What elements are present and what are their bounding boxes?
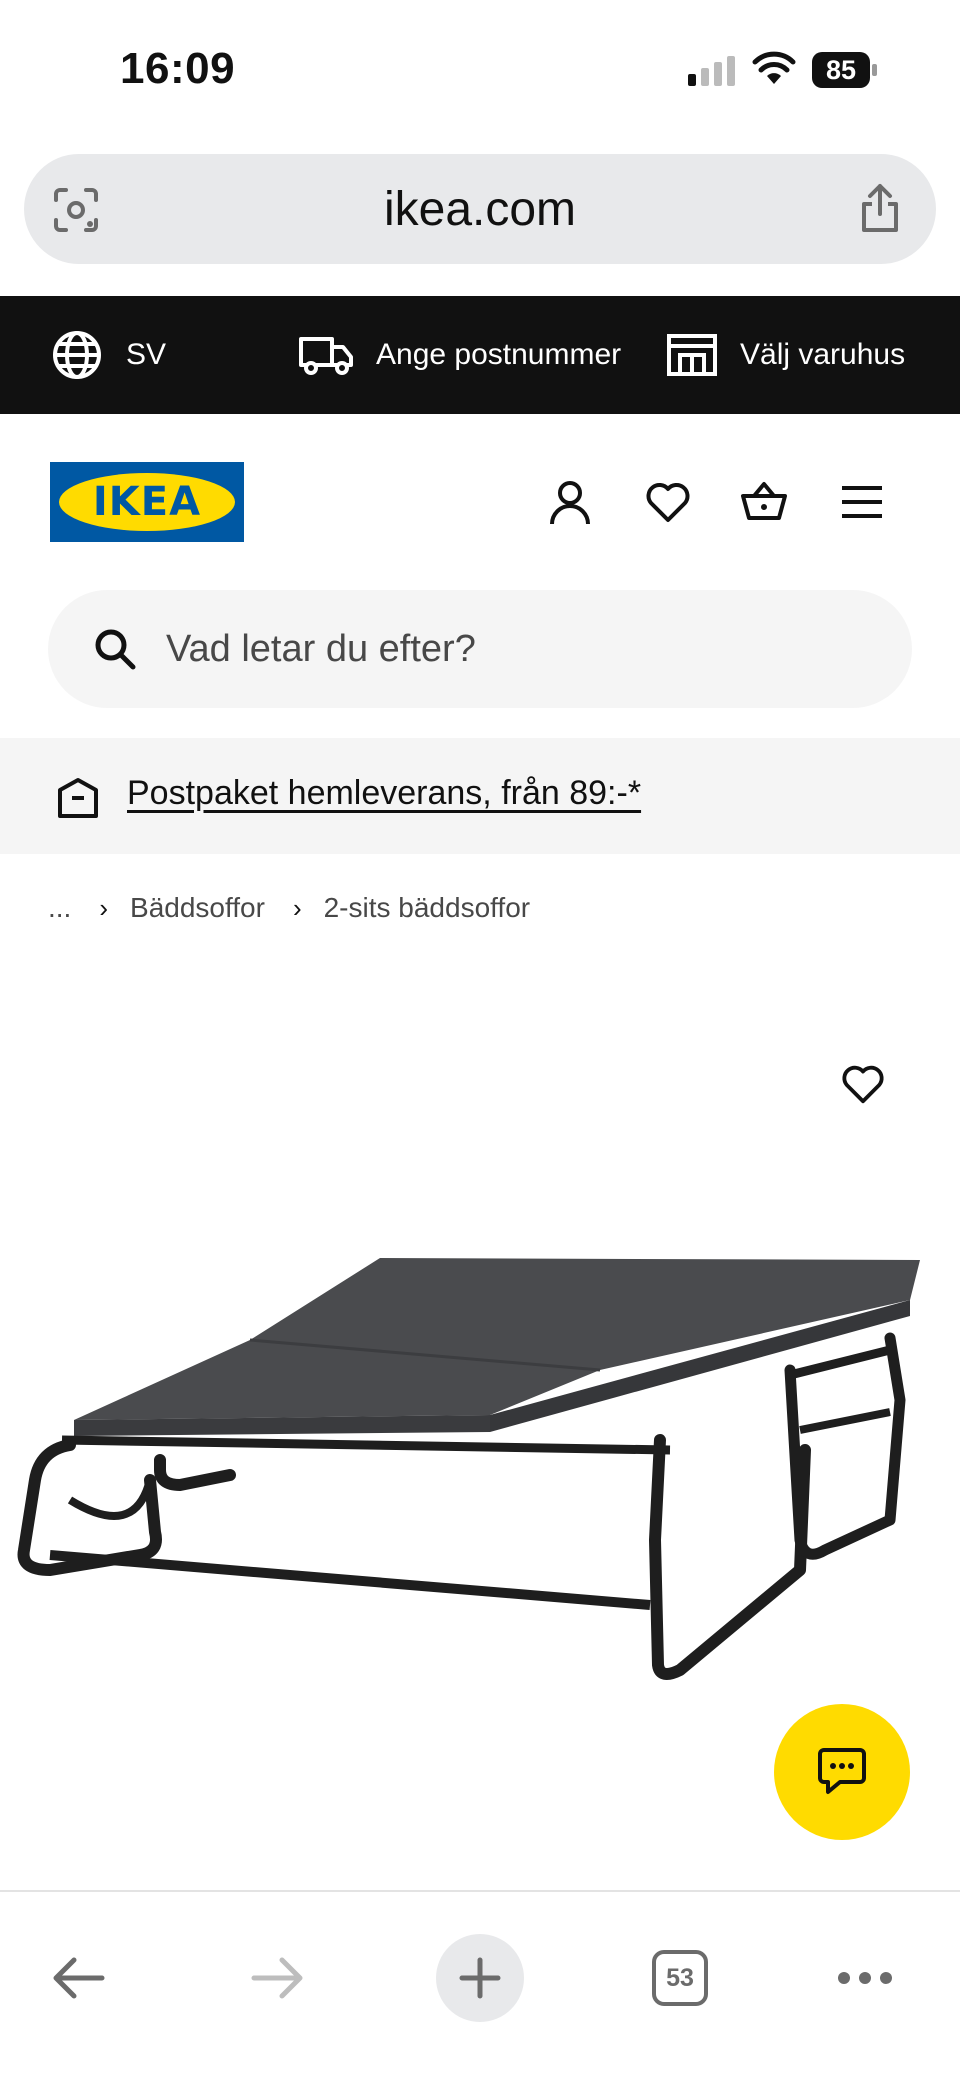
search-bar[interactable] (48, 590, 912, 708)
cellular-signal-icon (688, 56, 735, 86)
battery-indicator: 85 (812, 52, 878, 88)
back-arrow-icon[interactable] (50, 1956, 106, 2000)
search-icon (95, 629, 136, 670)
promo-banner: Postpaket hemleverans, från 89:-* (0, 738, 960, 854)
share-icon[interactable] (856, 182, 904, 234)
promo-link[interactable]: Postpaket hemleverans, från 89:-* (127, 774, 641, 813)
store-icon (667, 334, 717, 376)
chat-bubble-icon (818, 1748, 866, 1794)
language-label: SV (126, 338, 167, 371)
menu-icon[interactable] (838, 478, 886, 526)
breadcrumb: ... › Bäddsoffor › 2-sits bäddsoffor (48, 888, 530, 928)
address-bar[interactable]: ikea.com (24, 154, 936, 264)
user-icon[interactable] (546, 478, 594, 526)
heart-icon[interactable] (644, 478, 692, 526)
new-tab-button[interactable] (436, 1934, 524, 2022)
store-label: Välj varuhus (740, 338, 906, 371)
add-to-favourites-icon[interactable] (840, 1062, 886, 1106)
chevron-right-icon: › (292, 892, 302, 923)
truck-icon (299, 337, 353, 375)
wifi-icon (752, 51, 796, 84)
status-bar: 16:09 85 (0, 0, 960, 140)
logo-text: IKEA (92, 479, 202, 525)
basket-icon[interactable] (740, 478, 788, 526)
breadcrumb-item-2-sits[interactable]: 2-sits bäddsoffor (324, 892, 531, 924)
browser-toolbar: 53 (0, 1890, 960, 2081)
utility-bar: SV Ange postnummer Välj varuhus (0, 296, 960, 414)
breadcrumb-item-bäddsoffor[interactable]: Bäddsoffor (130, 892, 265, 924)
site-header: IKEA (0, 414, 960, 590)
store-selector[interactable]: Välj varuhus (666, 296, 905, 414)
tab-count-button[interactable]: 53 (652, 1950, 708, 2006)
chat-button[interactable] (774, 1704, 910, 1840)
url-text[interactable]: ikea.com (24, 182, 936, 237)
battery-level: 85 (812, 52, 870, 88)
more-options-icon[interactable] (836, 1970, 894, 1986)
globe-icon (53, 331, 101, 379)
status-time: 16:09 (120, 44, 236, 93)
parcel-icon (58, 778, 98, 818)
battery-tip (872, 64, 877, 76)
postal-code-selector[interactable]: Ange postnummer (298, 296, 621, 414)
logo-oval: IKEA (59, 473, 235, 531)
product-image[interactable] (10, 1240, 950, 1700)
search-input[interactable] (166, 590, 866, 708)
plus-icon (459, 1957, 501, 1999)
postal-code-label: Ange postnummer (376, 338, 622, 371)
breadcrumb-ellipsis[interactable]: ... (48, 892, 71, 924)
language-selector[interactable]: SV (52, 296, 166, 414)
ikea-logo[interactable]: IKEA (50, 462, 244, 542)
chevron-right-icon: › (99, 892, 109, 923)
forward-arrow-icon[interactable] (250, 1956, 306, 2000)
